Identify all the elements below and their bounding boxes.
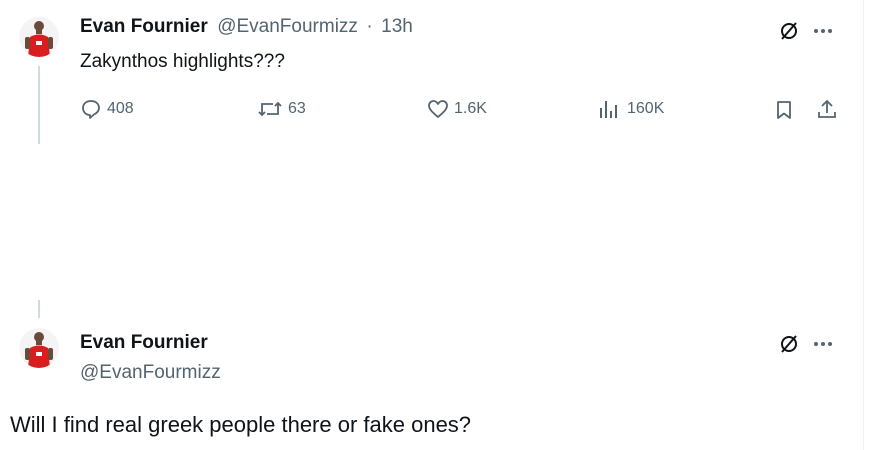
bookmark-icon[interactable] [772, 98, 796, 122]
more-icon[interactable] [810, 331, 836, 357]
thread-line [38, 66, 40, 144]
views-icon [600, 101, 617, 118]
avatar[interactable] [19, 328, 59, 368]
timestamp[interactable]: 13h [381, 16, 413, 38]
more-icon[interactable] [810, 18, 836, 44]
grok-icon[interactable] [776, 18, 802, 44]
like-button[interactable]: 1.6K [427, 98, 487, 120]
reply-button[interactable]: 408 [80, 98, 134, 120]
view-count: 160K [627, 100, 665, 117]
thread-line [38, 300, 40, 318]
avatar-image [25, 332, 53, 368]
views-button[interactable]: 160K [598, 98, 664, 120]
handle[interactable]: @EvanFourmizz [80, 362, 221, 384]
avatar[interactable] [19, 17, 59, 57]
grok-icon[interactable] [776, 331, 802, 357]
handle[interactable]: @EvanFourmizz [217, 16, 358, 38]
tweet-text: Will I find real greek people there or f… [10, 412, 472, 437]
repost-count: 63 [288, 100, 306, 117]
reply-icon [82, 100, 100, 119]
avatar-image [25, 21, 53, 57]
timeline-border [863, 0, 864, 450]
display-name[interactable]: Evan Fournier [80, 16, 208, 38]
repost-button[interactable]: 63 [257, 98, 306, 120]
tweet-header: Evan Fournier @EvanFourmizz · 13h [80, 16, 413, 38]
reply-count: 408 [107, 100, 134, 117]
tweet-text: Zakynthos highlights??? [80, 51, 285, 72]
repost-icon [258, 101, 282, 117]
like-icon [428, 100, 448, 118]
separator: · [366, 16, 373, 37]
share-icon[interactable] [815, 97, 839, 121]
display-name[interactable]: Evan Fournier [80, 332, 208, 354]
like-count: 1.6K [454, 100, 487, 117]
